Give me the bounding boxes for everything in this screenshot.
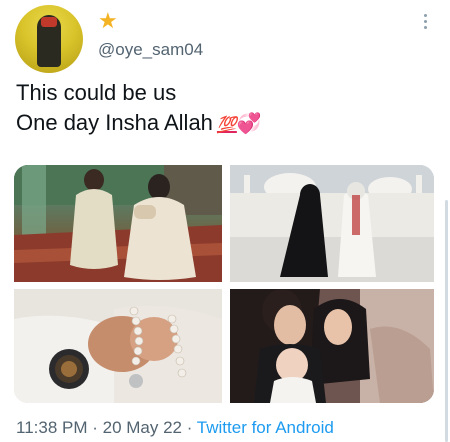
photo-prayer-beads <box>14 289 222 403</box>
tweet-text-line-2-text: One day Insha Allah <box>16 110 213 135</box>
tweet-timestamp: 11:38 PM · 20 May 22 · Twitter for Andro… <box>16 418 334 438</box>
tweet-source-link[interactable]: Twitter for Android <box>197 418 334 437</box>
avatar[interactable] <box>15 5 83 73</box>
photo-mosque-walk <box>230 165 434 282</box>
media-grid <box>14 165 434 403</box>
more-options-icon[interactable] <box>418 12 432 32</box>
scrollbar[interactable] <box>445 200 448 442</box>
tweet-text: This could be us One day Insha Allah 💯💞 <box>16 78 262 140</box>
timestamp-text[interactable]: 11:38 PM · 20 May 22 · <box>16 418 197 437</box>
avatar-figure <box>37 15 61 67</box>
media-photo-1[interactable] <box>14 165 222 282</box>
media-photo-3[interactable] <box>14 289 222 403</box>
tweet-text-line-2: One day Insha Allah 💯💞 <box>16 108 262 140</box>
tweet-text-line-1: This could be us <box>16 80 177 105</box>
media-photo-2[interactable] <box>230 165 434 282</box>
revolving-hearts-icon: 💞 <box>236 111 262 135</box>
user-handle[interactable]: @oye_sam04 <box>98 40 203 60</box>
photo-family-selfie <box>230 289 434 403</box>
star-icon: ★ <box>98 8 118 33</box>
media-photo-4[interactable] <box>230 289 434 403</box>
photo-praying-couple <box>14 165 222 282</box>
hundred-points-icon: 💯 <box>216 115 237 134</box>
